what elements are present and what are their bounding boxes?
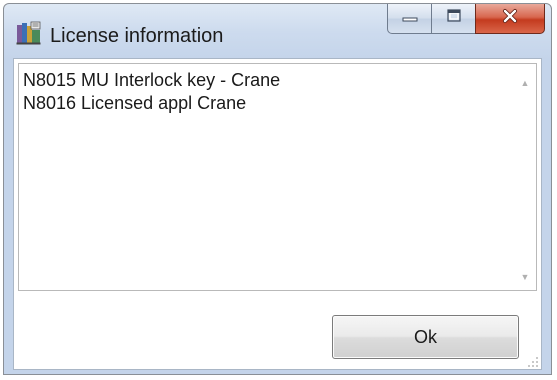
close-icon (501, 8, 519, 29)
license-list-items: N8015 MU Interlock key - Crane N8016 Lic… (23, 69, 510, 115)
window-title: License information (50, 25, 224, 47)
minimize-icon (401, 10, 419, 28)
title-bar[interactable]: License information (4, 4, 551, 56)
resize-grip-icon[interactable] (527, 355, 539, 367)
maximize-button[interactable] (431, 4, 475, 34)
list-item[interactable]: N8015 MU Interlock key - Crane (23, 69, 510, 92)
license-list[interactable]: N8015 MU Interlock key - Crane N8016 Lic… (18, 63, 537, 291)
caption-buttons (387, 4, 545, 34)
list-item[interactable]: N8016 Licensed appl Crane (23, 92, 510, 115)
license-app-icon (16, 21, 42, 45)
dialog-body: N8015 MU Interlock key - Crane N8016 Lic… (13, 58, 542, 370)
license-information-window: License information N8015 MU Interlock k… (3, 3, 552, 375)
maximize-icon (445, 8, 463, 29)
close-button[interactable] (475, 4, 545, 34)
scroll-up-arrow-icon[interactable]: ▲ (520, 78, 530, 88)
scroll-down-arrow-icon[interactable]: ▼ (520, 272, 530, 282)
minimize-button[interactable] (387, 4, 431, 34)
ok-button[interactable]: Ok (332, 315, 519, 359)
